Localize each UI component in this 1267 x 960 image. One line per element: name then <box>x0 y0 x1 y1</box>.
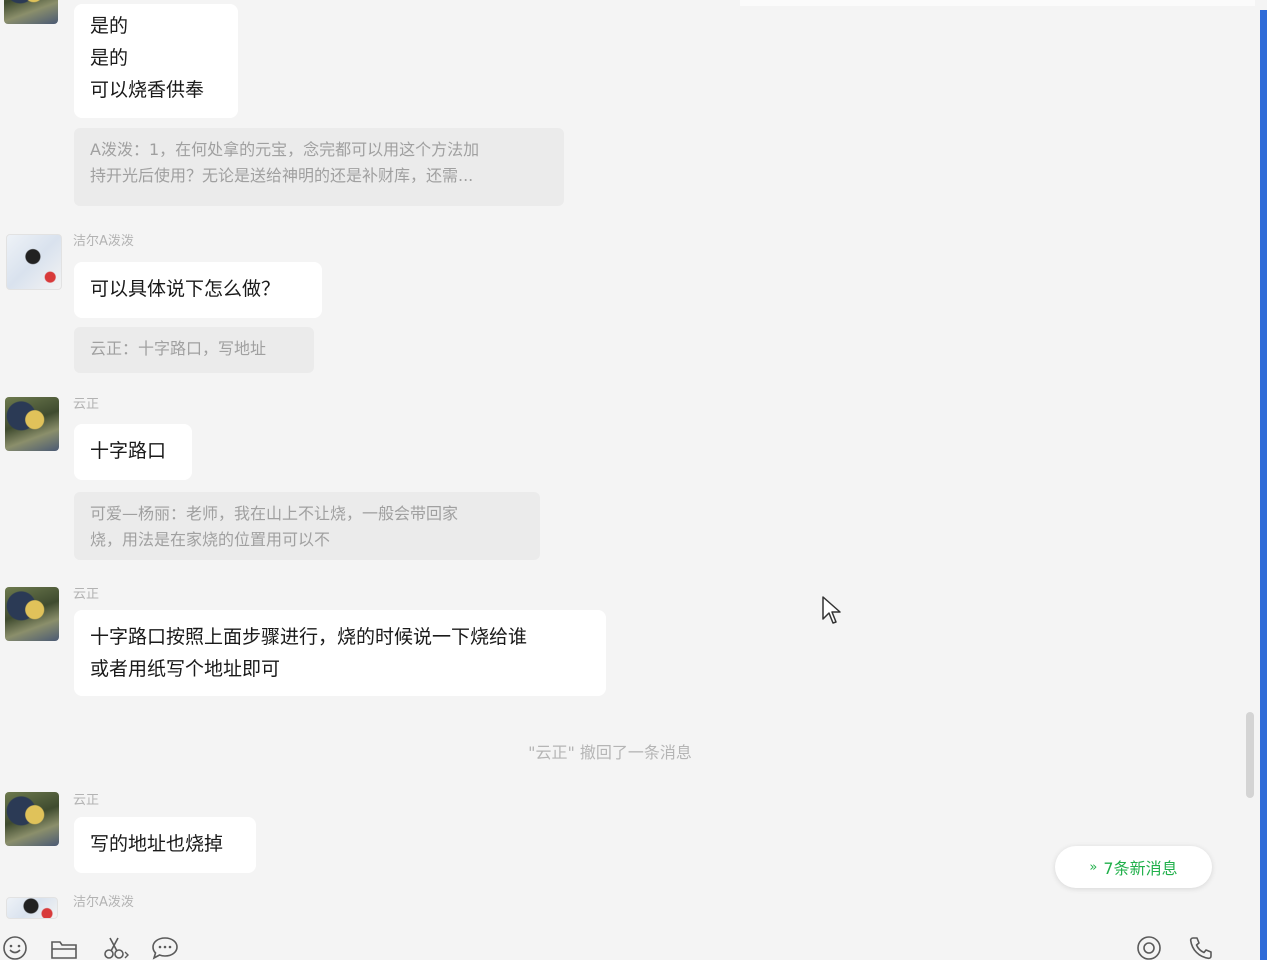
quoted-reply[interactable]: 可爱—杨丽：老师，我在山上不让烧，一般会带回家 烧，用法是在家烧的位置用可以不 <box>74 492 540 560</box>
input-toolbar <box>0 930 1267 960</box>
message-text: 十字路口按照上面步骤进行，烧的时候说一下烧给谁 <box>90 626 528 648</box>
message-bubble: 十字路口按照上面步骤进行，烧的时候说一下烧给谁 或者用纸写个地址即可 <box>74 610 606 696</box>
avatar[interactable] <box>6 234 62 290</box>
top-strip <box>740 0 1255 6</box>
quote-text: 烧，用法是在家烧的位置用可以不 <box>90 530 331 549</box>
mouse-cursor-icon <box>822 596 841 624</box>
scissors-icon[interactable] <box>100 934 130 960</box>
message-text: 可以烧香供奉 <box>90 79 205 101</box>
phone-icon[interactable] <box>1186 934 1216 960</box>
message-text: 十字路口 <box>90 440 167 462</box>
sender-name: 洁尔A泼泼 <box>73 234 134 249</box>
avatar[interactable] <box>5 397 59 451</box>
message-text: 或者用纸写个地址即可 <box>90 658 281 680</box>
new-messages-label: 7条新消息 <box>1103 859 1178 878</box>
chat-window: 是的 是的 可以烧香供奉 A泼泼：1，在何处拿的元宝，念完都可以用这个方法加 持… <box>0 0 1267 960</box>
window-edge <box>1260 10 1267 960</box>
emoji-icon[interactable] <box>0 934 30 960</box>
message-text: 是的 <box>90 47 129 69</box>
message-bubble: 十字路口 <box>74 424 192 480</box>
scrollbar-thumb[interactable] <box>1246 712 1254 798</box>
avatar[interactable] <box>5 792 59 846</box>
quote-text: 可爱—杨丽：老师，我在山上不让烧，一般会带回家 <box>90 504 459 523</box>
folder-icon[interactable] <box>49 934 79 960</box>
quote-text: 持开光后使用？无论是送给神明的还是补财库，还需... <box>90 166 474 185</box>
message-text: 可以具体说下怎么做？ <box>90 278 281 300</box>
sender-name: 云正 <box>73 587 100 602</box>
message-bubble: 可以具体说下怎么做？ <box>74 262 322 318</box>
sender-name: 洁尔A泼泼 <box>73 895 134 910</box>
avatar[interactable] <box>4 0 58 24</box>
quoted-reply[interactable]: 云正：十字路口，写地址 <box>74 327 314 373</box>
avatar[interactable] <box>5 587 59 641</box>
sender-name: 云正 <box>73 397 100 412</box>
message-bubble: 是的 是的 可以烧香供奉 <box>74 4 238 118</box>
quote-text: 云正：十字路口，写地址 <box>90 339 267 358</box>
quoted-reply[interactable]: A泼泼：1，在何处拿的元宝，念完都可以用这个方法加 持开光后使用？无论是送给神明… <box>74 128 564 206</box>
chat-bubble-icon[interactable] <box>150 934 180 960</box>
sender-name: 云正 <box>73 793 100 808</box>
new-messages-button[interactable]: » 7条新消息 <box>1055 846 1212 888</box>
double-chevron-down-icon: » <box>1089 859 1098 875</box>
message-text: 写的地址也烧掉 <box>90 833 224 855</box>
message-text: 是的 <box>90 15 129 37</box>
avatar[interactable] <box>6 897 58 919</box>
recall-notice: "云正" 撤回了一条消息 <box>528 743 692 762</box>
message-bubble: 写的地址也烧掉 <box>74 817 256 873</box>
quote-text: A泼泼：1，在何处拿的元宝，念完都可以用这个方法加 <box>90 140 480 159</box>
live-icon[interactable] <box>1134 934 1164 960</box>
